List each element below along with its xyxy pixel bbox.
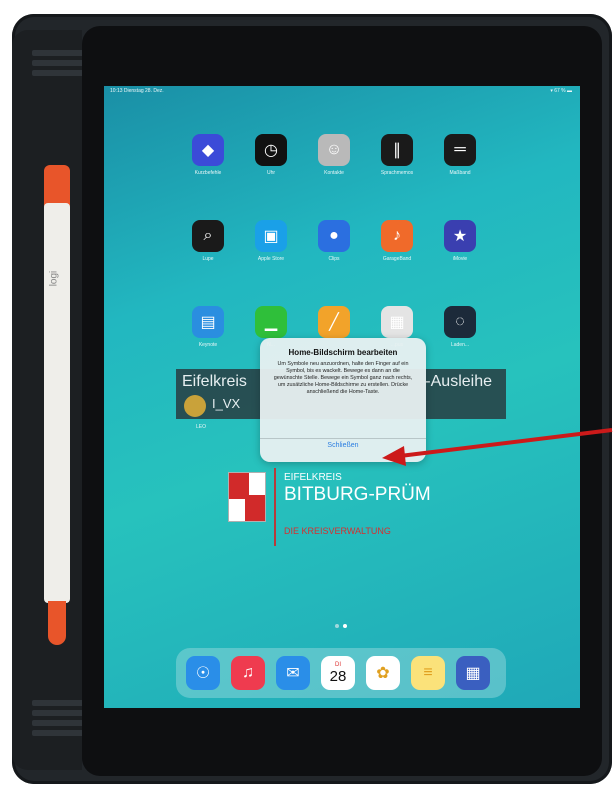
red-arrow-annotation [382, 428, 613, 466]
arrow-head [382, 446, 406, 466]
arrow-shaft [399, 428, 613, 458]
